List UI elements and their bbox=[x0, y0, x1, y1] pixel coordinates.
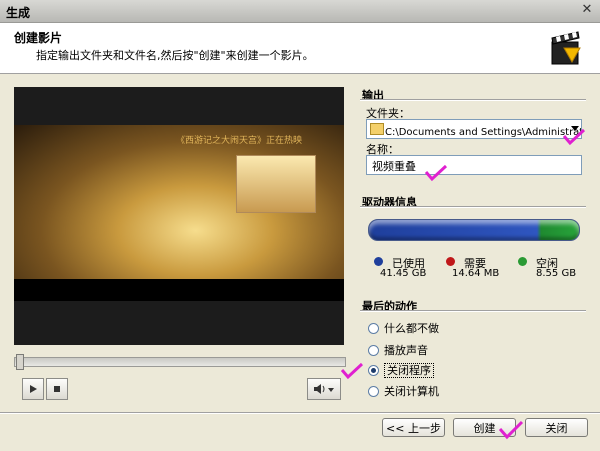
volume-button[interactable] bbox=[307, 378, 341, 400]
name-input[interactable] bbox=[370, 157, 574, 175]
radio-close-program[interactable]: 关闭程序 bbox=[368, 362, 434, 378]
radio-play-sound[interactable]: 播放声音 bbox=[368, 342, 428, 358]
close-icon[interactable]: ✕ bbox=[580, 3, 594, 17]
seek-slider[interactable] bbox=[14, 354, 346, 370]
drive-usage-bar bbox=[368, 219, 580, 241]
preview-frame: 《西游记之大闹天宫》正在热映 bbox=[14, 125, 344, 301]
free-value: 8.55 GB bbox=[536, 268, 577, 279]
output-divider bbox=[360, 100, 586, 101]
page-subtitle: 指定输出文件夹和文件名,然后按"创建"来创建一个影片。 bbox=[36, 49, 314, 62]
radio-label: 什么都不做 bbox=[384, 322, 439, 335]
name-field[interactable] bbox=[366, 155, 582, 175]
title-bar: 生成 ✕ bbox=[0, 0, 600, 23]
needed-value: 14.64 MB bbox=[452, 268, 500, 279]
final-action-divider bbox=[360, 311, 586, 312]
radio-circle[interactable] bbox=[368, 322, 379, 334]
folder-dropdown[interactable]: C:\Documents and Settings\Administrator\… bbox=[366, 119, 582, 139]
page-title: 创建影片 bbox=[14, 31, 63, 45]
radio-label: 关闭计算机 bbox=[384, 385, 439, 398]
stop-button[interactable] bbox=[46, 378, 68, 400]
window-title: 生成 bbox=[6, 6, 31, 20]
radio-do-nothing[interactable]: 什么都不做 bbox=[368, 320, 439, 336]
free-legend-dot bbox=[518, 257, 527, 266]
folder-value: C:\Documents and Settings\Administrator\… bbox=[385, 127, 581, 138]
drive-divider bbox=[360, 207, 586, 208]
folder-icon bbox=[370, 123, 384, 135]
play-button[interactable] bbox=[22, 378, 44, 400]
checkmark-annotation bbox=[562, 128, 586, 146]
used-value: 41.45 GB bbox=[380, 268, 427, 279]
radio-circle[interactable] bbox=[368, 344, 379, 356]
close-button[interactable]: 关闭 bbox=[525, 418, 588, 437]
clapperboard-icon bbox=[551, 31, 581, 65]
play-icon bbox=[30, 385, 37, 393]
radio-label: 播放声音 bbox=[384, 344, 428, 357]
letterbox-bar bbox=[14, 279, 344, 301]
preview-caption: 《西游记之大闹天宫》正在热映 bbox=[176, 136, 303, 146]
radio-shutdown[interactable]: 关闭计算机 bbox=[368, 383, 439, 399]
radio-circle[interactable] bbox=[368, 385, 379, 397]
checkmark-annotation bbox=[424, 164, 448, 182]
create-movie-dialog: 生成 ✕ 创建影片 指定输出文件夹和文件名,然后按"创建"来创建一个影片。 《西… bbox=[0, 0, 600, 450]
checkmark-annotation bbox=[340, 362, 364, 380]
used-legend-dot bbox=[374, 257, 383, 266]
video-preview: 《西游记之大闹天宫》正在热映 bbox=[14, 87, 344, 345]
stop-icon bbox=[54, 386, 60, 392]
back-button[interactable]: << 上一步 bbox=[382, 418, 445, 437]
overlay-inset bbox=[236, 155, 316, 213]
seek-thumb[interactable] bbox=[16, 354, 24, 370]
needed-legend-dot bbox=[446, 257, 455, 266]
radio-circle-selected[interactable] bbox=[368, 364, 379, 376]
checkmark-annotation bbox=[498, 420, 524, 440]
dialog-header: 创建影片 指定输出文件夹和文件名,然后按"创建"来创建一个影片。 bbox=[0, 23, 600, 74]
radio-label: 关闭程序 bbox=[384, 363, 434, 378]
volume-icon bbox=[314, 384, 334, 394]
